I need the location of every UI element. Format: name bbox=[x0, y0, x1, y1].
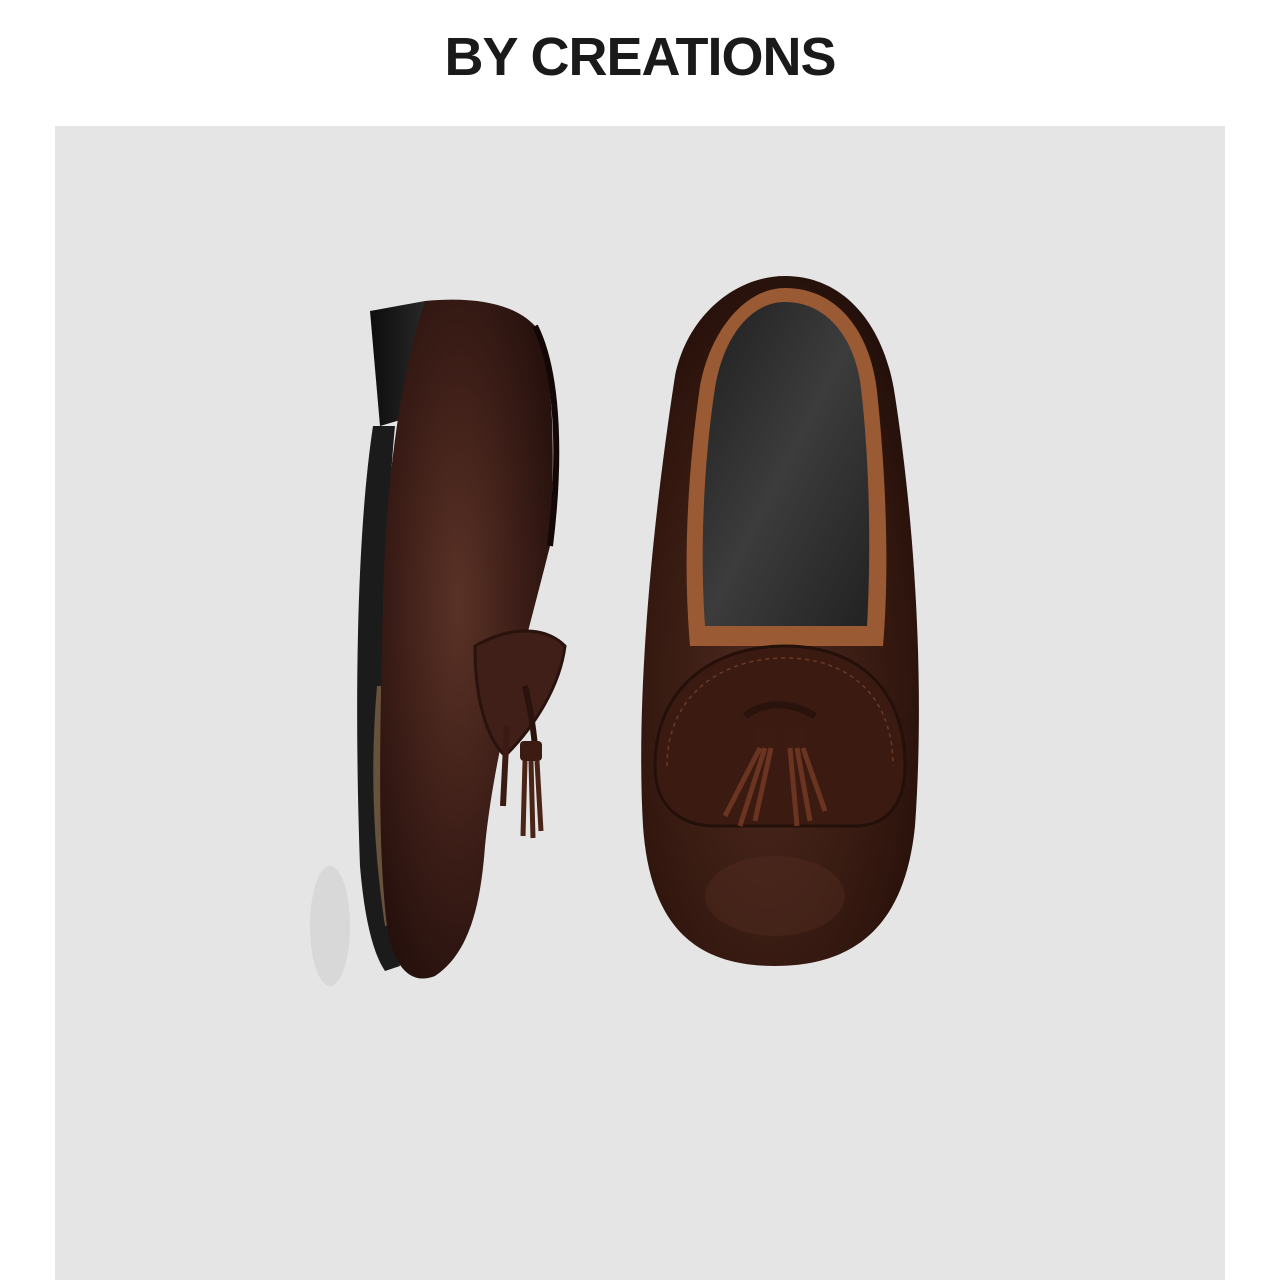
left-loafer-side-view bbox=[310, 299, 567, 986]
product-photo bbox=[55, 126, 1225, 1280]
brand-logo: BY CREATIONS bbox=[444, 27, 836, 87]
right-loafer-top-view bbox=[641, 276, 919, 966]
loafer-pair-illustration bbox=[310, 276, 919, 986]
